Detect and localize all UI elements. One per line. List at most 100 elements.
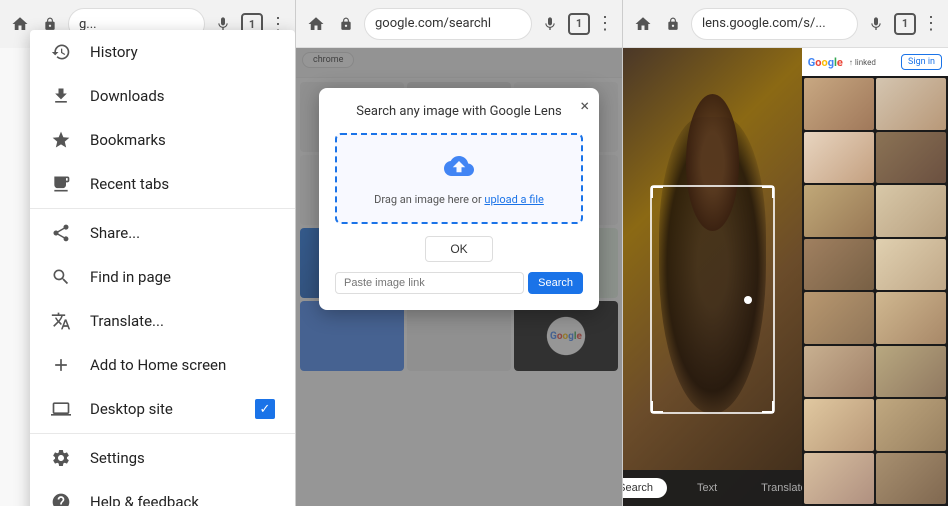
downloads-icon — [50, 85, 72, 107]
more-menu-icon-2[interactable]: ⋮ — [596, 13, 614, 34]
more-menu-icon-3[interactable]: ⋮ — [922, 13, 940, 34]
translate-label: Translate... — [90, 312, 275, 330]
mic-icon-3[interactable] — [864, 12, 888, 36]
mic-icon-2[interactable] — [538, 12, 562, 36]
menu-item-find[interactable]: Find in page — [30, 255, 295, 299]
lens-modal-overlay: × Search any image with Google Lens Drag… — [296, 48, 622, 506]
recent-tabs-label: Recent tabs — [90, 175, 275, 193]
menu-item-history[interactable]: History — [30, 30, 295, 74]
recent-tabs-icon — [50, 173, 72, 195]
panel2-content: chrome Google — [296, 48, 622, 506]
downloads-label: Downloads — [90, 87, 275, 105]
lens-thumb-2[interactable] — [876, 78, 946, 130]
home-icon-2[interactable] — [304, 12, 328, 36]
lens-modal-close-button[interactable]: × — [580, 96, 589, 115]
find-icon — [50, 266, 72, 288]
history-label: History — [90, 43, 275, 61]
omnibox-3[interactable]: lens.google.com/s/... — [691, 8, 858, 40]
menu-item-downloads[interactable]: Downloads — [30, 74, 295, 118]
omnibox-text-3: lens.google.com/s/... — [702, 16, 826, 31]
omnibox-text-2: google.com/searchl — [375, 16, 491, 31]
lens-thumb-12[interactable] — [876, 346, 946, 398]
lens-thumb-11[interactable] — [804, 346, 874, 398]
text-tab-button[interactable]: Text — [683, 478, 731, 498]
lens-thumb-6[interactable] — [876, 185, 946, 237]
settings-icon — [50, 447, 72, 469]
menu-item-desktop[interactable]: Desktop site ✓ — [30, 387, 295, 431]
lens-search-button[interactable]: Search — [528, 272, 583, 294]
lens-thumb-5[interactable] — [804, 185, 874, 237]
lens-thumb-4[interactable] — [876, 132, 946, 184]
lens-ok-button[interactable]: OK — [425, 236, 492, 262]
lock-icon-2 — [334, 12, 358, 36]
translate-tab-button[interactable]: Translate — [747, 478, 802, 498]
search-tab-button[interactable]: Search — [623, 478, 667, 498]
share-icon — [50, 222, 72, 244]
home-icon[interactable] — [8, 12, 32, 36]
menu-item-add-home[interactable]: Add to Home screen — [30, 343, 295, 387]
menu-item-help[interactable]: Help & feedback — [30, 480, 295, 506]
add-home-label: Add to Home screen — [90, 356, 275, 374]
lens-thumb-7[interactable] — [804, 239, 874, 291]
menu-item-settings[interactable]: Settings — [30, 436, 295, 480]
star-icon — [50, 129, 72, 151]
upload-label: ↑ linked — [849, 58, 876, 67]
lens-thumb-10[interactable] — [876, 292, 946, 344]
lens-url-row: Search — [335, 272, 583, 294]
panel3-lens-results: lens.google.com/s/... 1 ⋮ — [622, 0, 948, 506]
lens-thumb-13[interactable] — [804, 399, 874, 451]
help-label: Help & feedback — [90, 493, 275, 506]
lens-thumbs-grid — [802, 76, 948, 506]
menu-item-share[interactable]: Share... — [30, 211, 295, 255]
upload-file-link[interactable]: upload a file — [484, 193, 543, 206]
lens-thumb-8[interactable] — [876, 239, 946, 291]
lens-thumb-14[interactable] — [876, 399, 946, 451]
history-icon — [50, 41, 72, 63]
lens-search-results: Google ↑ linked Sign in — [802, 48, 948, 506]
lens-toolbar: Search Text Translate — [623, 470, 802, 506]
omnibox-2[interactable]: google.com/searchl — [364, 8, 532, 40]
corner-br — [762, 401, 774, 413]
lens-selection-box[interactable] — [650, 185, 775, 414]
browser-bar-3: lens.google.com/s/... 1 ⋮ — [623, 0, 948, 48]
add-home-icon — [50, 354, 72, 376]
desktop-icon — [50, 398, 72, 420]
lens-modal-title: Search any image with Google Lens — [335, 104, 583, 119]
bookmarks-label: Bookmarks — [90, 131, 275, 149]
lens-drag-handle[interactable] — [744, 296, 752, 304]
tab-count-3[interactable]: 1 — [894, 13, 916, 35]
corner-tr — [762, 186, 774, 198]
lock-icon-3 — [661, 12, 685, 36]
google-logo-panel3: Google — [808, 56, 843, 69]
lens-thumb-1[interactable] — [804, 78, 874, 130]
menu-item-recent-tabs[interactable]: Recent tabs — [30, 162, 295, 206]
lens-thumb-3[interactable] — [804, 132, 874, 184]
home-icon-3[interactable] — [631, 12, 655, 36]
lens-drop-zone[interactable]: Drag an image here or upload a file — [335, 133, 583, 224]
lens-thumb-9[interactable] — [804, 292, 874, 344]
sign-in-button[interactable]: Sign in — [901, 54, 942, 70]
desktop-label: Desktop site — [90, 400, 237, 418]
help-icon — [50, 491, 72, 506]
corner-tl — [651, 186, 663, 198]
menu-divider-1 — [30, 208, 295, 209]
lens-upload-icon — [353, 151, 565, 187]
lens-drop-zone-text: Drag an image here or upload a file — [353, 193, 565, 206]
settings-label: Settings — [90, 449, 275, 467]
menu-item-translate[interactable]: Translate... — [30, 299, 295, 343]
lens-modal: × Search any image with Google Lens Drag… — [319, 88, 599, 310]
lens-image-viewer: Search Text Translate — [623, 48, 802, 506]
panel3-main-content: Search Text Translate Google ↑ linked Si… — [623, 48, 948, 506]
tab-count-2[interactable]: 1 — [568, 13, 590, 35]
panel2-lens-dialog: google.com/searchl 1 ⋮ chrome — [295, 0, 622, 506]
menu-item-bookmarks[interactable]: Bookmarks — [30, 118, 295, 162]
find-label: Find in page — [90, 268, 275, 286]
translate-icon — [50, 310, 72, 332]
lens-thumb-15[interactable] — [804, 453, 874, 505]
dog-photo — [623, 48, 802, 506]
desktop-checkbox[interactable]: ✓ — [255, 399, 275, 419]
menu-divider-2 — [30, 433, 295, 434]
panel1-chrome-menu: g... 1 ⋮ Google History — [0, 0, 295, 506]
lens-url-input[interactable] — [335, 272, 524, 294]
lens-thumb-16[interactable] — [876, 453, 946, 505]
